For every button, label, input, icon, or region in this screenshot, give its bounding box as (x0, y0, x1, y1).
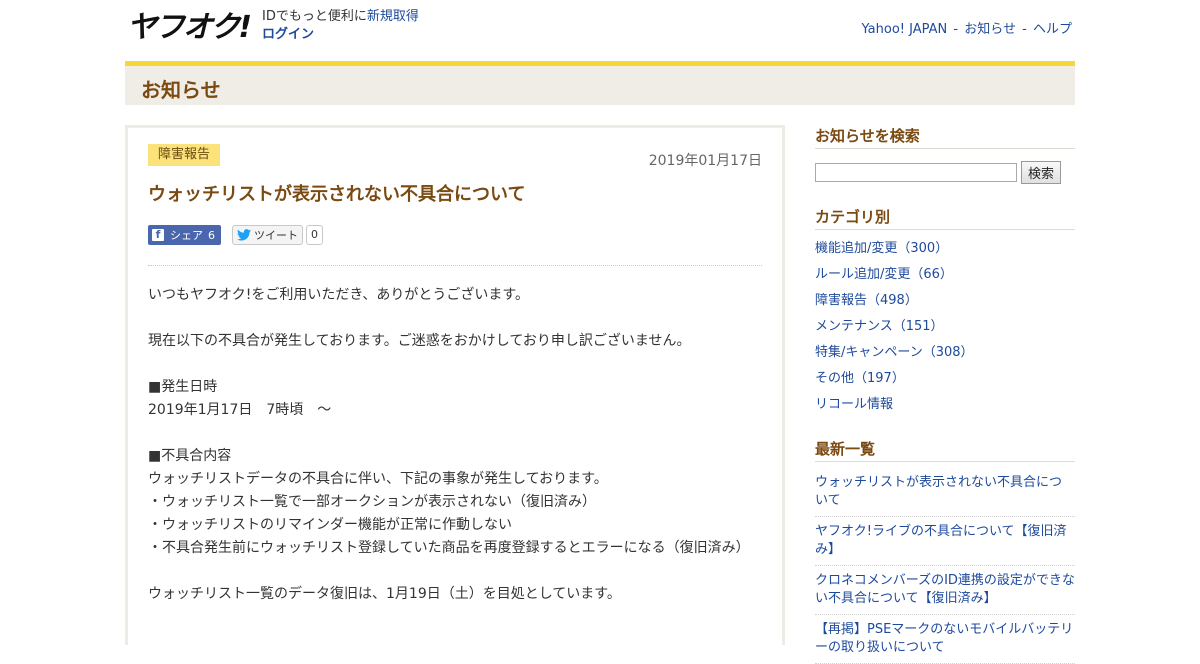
svg-text:ヤフオク!: ヤフオク! (127, 10, 250, 42)
category-item: リコール情報 (815, 392, 1075, 418)
signup-link[interactable]: 新規取得 (367, 9, 419, 24)
tweet-count: 0 (306, 225, 323, 245)
article-panel: 障害報告 2019年01月17日 ウォッチリストが表示されない不具合について f… (125, 125, 785, 645)
login-link[interactable]: ログイン (262, 27, 314, 42)
article-line: ウォッチリスト一覧のデータ復旧は、1月19日（土）を目処としています。 (148, 586, 621, 602)
category-item: ルール追加/変更（66） (815, 262, 1075, 288)
article-line: 2019年1月17日 7時頃 ～ (148, 402, 332, 418)
category-link[interactable]: メンテナンス（151） (815, 319, 944, 334)
category-link[interactable]: リコール情報 (815, 397, 893, 412)
category-link[interactable]: ルール追加/変更（66） (815, 267, 953, 282)
article-line: ウォッチリストデータの不具合に伴い、下記の事象が発生しております。 (148, 471, 608, 487)
facebook-share-label: シェア (170, 229, 203, 242)
latest-item: クロネコメンバーズのID連携の設定ができない不具合について【復旧済み】 (815, 566, 1075, 615)
yafuoku-logo-wordmark: ヤフオク! (127, 10, 252, 42)
facebook-share-count: 6 (208, 228, 215, 242)
yafuoku-logo[interactable]: ヤフオク! (127, 9, 259, 43)
latest-item: ウォッチリストが表示されない不具合について (815, 468, 1075, 517)
category-item: 特集/キャンペーン（308） (815, 340, 1075, 366)
facebook-icon: f (152, 229, 164, 241)
category-list: 機能追加/変更（300） ルール追加/変更（66） 障害報告（498） メンテナ… (815, 236, 1075, 418)
facebook-share-button[interactable]: f シェア 6 (148, 225, 221, 245)
twitter-bird-icon (237, 229, 251, 241)
article-line: ・ウォッチリストのリマインダー機能が正常に作動しない (148, 517, 512, 533)
article-divider (148, 265, 762, 266)
page-title-band: お知らせ (125, 61, 1075, 105)
latest-list: ウォッチリストが表示されない不具合について ヤフオク!ライブの不具合について【復… (815, 468, 1075, 664)
latest-link[interactable]: ヤフオク!ライブの不具合について【復旧済み】 (815, 524, 1067, 557)
category-link[interactable]: 障害報告（498） (815, 293, 918, 308)
article-line: ■発生日時 (148, 379, 218, 395)
latest-item: 【再掲】PSEマークのないモバイルバッテリーの取り扱いについて (815, 615, 1075, 664)
social-buttons: f シェア 6 ツイート 0 (148, 225, 762, 245)
sidebar: お知らせを検索 検索 カテゴリ別 機能追加/変更（300） ルール追加/変更（6… (815, 125, 1075, 664)
article-line: ・ウォッチリスト一覧で一部オークションが表示されない（復旧済み） (148, 494, 596, 510)
article-line: いつもヤフオク!をご利用いただき、ありがとうございます。 (148, 287, 529, 303)
global-nav: Yahoo! JAPAN - お知らせ - ヘルプ (862, 18, 1072, 37)
news-search-input[interactable] (815, 163, 1017, 182)
category-heading: カテゴリ別 (815, 206, 1075, 230)
article-line: 現在以下の不具合が発生しております。ご迷惑をおかけしており申し訳ございません。 (148, 333, 691, 349)
latest-link[interactable]: クロネコメンバーズのID連携の設定ができない不具合について【復旧済み】 (815, 573, 1075, 606)
search-heading: お知らせを検索 (815, 125, 1075, 149)
search-button[interactable]: 検索 (1021, 161, 1062, 184)
category-item: メンテナンス（151） (815, 314, 1075, 340)
id-login-box: IDでもっと便利に新規取得 ログイン (262, 8, 419, 44)
site-header: ヤフオク! IDでもっと便利に新規取得 ログイン Yahoo! JAPAN - … (125, 0, 1075, 60)
category-link[interactable]: 特集/キャンペーン（308） (815, 345, 974, 360)
category-badge[interactable]: 障害報告 (148, 144, 221, 166)
article-body: いつもヤフオク!をご利用いただき、ありがとうございます。現在以下の不具合が発生し… (148, 284, 762, 606)
article-date: 2019年01月17日 (648, 153, 762, 169)
tweet-label: ツイート (254, 229, 298, 242)
help-link[interactable]: ヘルプ (1033, 22, 1072, 37)
category-link[interactable]: その他（197） (815, 371, 905, 386)
article-content: 障害報告 2019年01月17日 ウォッチリストが表示されない不具合について f… (148, 144, 762, 606)
article-title: ウォッチリストが表示されない不具合について (148, 184, 526, 205)
latest-heading: 最新一覧 (815, 438, 1075, 462)
news-link[interactable]: お知らせ (964, 22, 1016, 37)
latest-item: ヤフオク!ライブの不具合について【復旧済み】 (815, 517, 1075, 566)
yahoo-japan-link[interactable]: Yahoo! JAPAN (862, 22, 948, 37)
category-item: 機能追加/変更（300） (815, 236, 1075, 262)
page-title: お知らせ (141, 78, 221, 102)
nav-separator: - (1022, 22, 1027, 37)
category-link[interactable]: 機能追加/変更（300） (815, 241, 948, 256)
article-line: ・不具合発生前にウォッチリスト登録していた商品を再度登録するとエラーになる（復旧… (148, 540, 750, 556)
search-form: 検索 (815, 161, 1075, 184)
category-item: その他（197） (815, 366, 1075, 392)
nav-separator: - (953, 22, 959, 37)
article-line: ■不具合内容 (148, 448, 232, 464)
latest-link[interactable]: 【再掲】PSEマークのないモバイルバッテリーの取り扱いについて (815, 622, 1073, 655)
tweet-button[interactable]: ツイート (232, 225, 303, 245)
latest-link[interactable]: ウォッチリストが表示されない不具合について (815, 475, 1062, 508)
category-item: 障害報告（498） (815, 288, 1075, 314)
id-prompt-text: IDでもっと便利に (262, 9, 367, 24)
